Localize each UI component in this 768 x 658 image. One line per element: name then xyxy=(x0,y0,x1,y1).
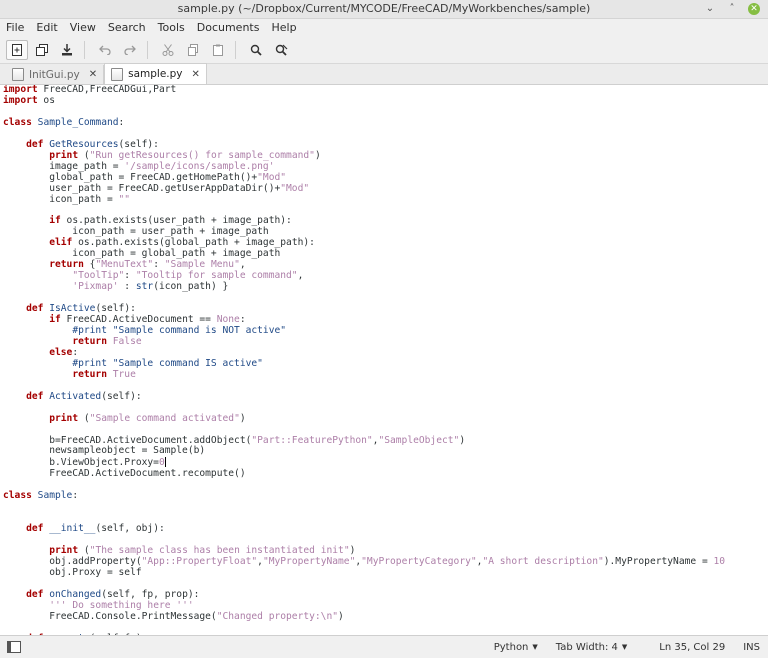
close-tab-icon[interactable]: ✕ xyxy=(192,69,200,80)
find-replace-icon[interactable] xyxy=(270,40,292,60)
undo-icon[interactable] xyxy=(94,40,116,60)
menu-edit[interactable]: Edit xyxy=(30,19,63,37)
save-icon[interactable] xyxy=(56,40,78,60)
maximize-icon[interactable]: ˄ xyxy=(726,3,738,15)
statusbar: Python ▼ Tab Width: 4 ▼ Ln 35, Col 29 IN… xyxy=(0,635,768,658)
window-controls: ⌄ ˄ ✕ xyxy=(704,0,760,18)
code-text[interactable]: import FreeCAD,FreeCADGui,Part import os… xyxy=(0,85,768,635)
redo-icon[interactable] xyxy=(119,40,141,60)
chevron-down-icon: ▼ xyxy=(532,643,538,651)
close-window-icon[interactable]: ✕ xyxy=(748,3,760,15)
minimize-icon[interactable]: ⌄ xyxy=(704,3,716,15)
menu-help[interactable]: Help xyxy=(265,19,302,37)
toolbar xyxy=(0,37,768,64)
menubar: File Edit View Search Tools Documents He… xyxy=(0,19,768,37)
tab-label: sample.py xyxy=(128,68,183,80)
search-icon[interactable] xyxy=(245,40,267,60)
open-document-icon[interactable] xyxy=(31,40,53,60)
chevron-down-icon: ▼ xyxy=(621,643,628,651)
toolbar-divider xyxy=(84,41,85,59)
side-panel-toggle-icon[interactable] xyxy=(7,641,21,653)
close-tab-icon[interactable]: ✕ xyxy=(89,69,97,80)
window-titlebar: sample.py (~/Dropbox/Current/MYCODE/Free… xyxy=(0,0,768,19)
window-title: sample.py (~/Dropbox/Current/MYCODE/Free… xyxy=(177,2,591,15)
tab-initgui[interactable]: InitGui.py ✕ xyxy=(6,65,105,84)
code-editor[interactable]: import FreeCAD,FreeCADGui,Part import os… xyxy=(0,85,768,635)
menu-search[interactable]: Search xyxy=(102,19,152,37)
cut-icon[interactable] xyxy=(157,40,179,60)
toolbar-divider xyxy=(147,41,148,59)
new-document-icon[interactable] xyxy=(6,40,28,60)
tab-sample[interactable]: sample.py ✕ xyxy=(104,63,207,84)
paste-icon[interactable] xyxy=(207,40,229,60)
language-selector[interactable]: Python ▼ xyxy=(494,642,538,653)
menu-view[interactable]: View xyxy=(64,19,102,37)
cursor-position: Ln 35, Col 29 xyxy=(659,641,726,653)
tab-width-label: Tab Width: 4 xyxy=(555,641,618,653)
menu-file[interactable]: File xyxy=(0,19,30,37)
file-icon xyxy=(111,67,124,81)
toolbar-divider xyxy=(235,41,236,59)
language-label: Python xyxy=(493,641,529,653)
insert-mode: INS xyxy=(743,641,760,653)
file-icon xyxy=(12,68,24,81)
document-tabs: InitGui.py ✕ sample.py ✕ xyxy=(0,63,768,85)
tab-label: InitGui.py xyxy=(29,68,80,81)
menu-tools[interactable]: Tools xyxy=(152,19,191,37)
tab-width-selector[interactable]: Tab Width: 4 ▼ xyxy=(556,642,627,653)
text-cursor xyxy=(164,457,166,468)
menu-documents[interactable]: Documents xyxy=(191,19,266,37)
copy-icon[interactable] xyxy=(182,40,204,60)
